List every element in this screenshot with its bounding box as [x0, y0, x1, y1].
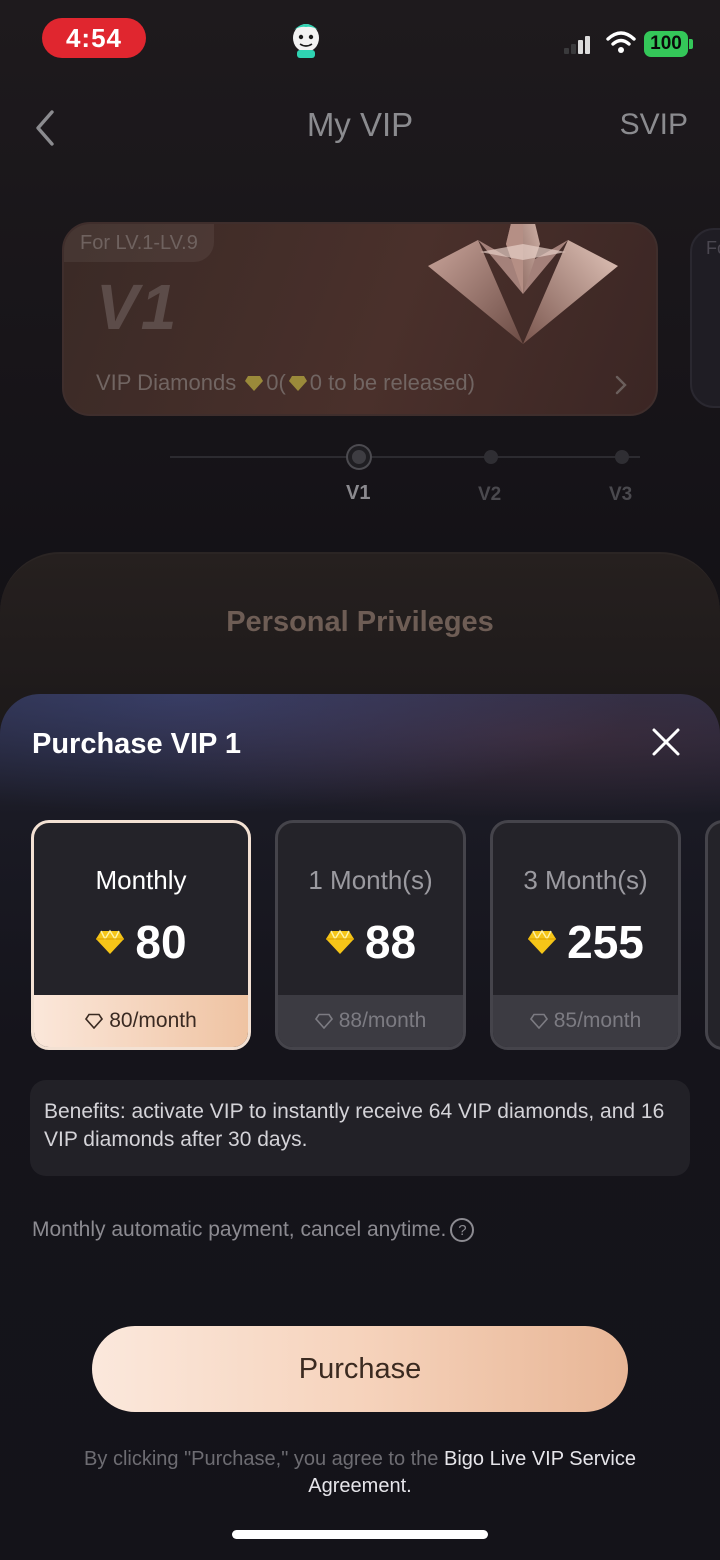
- plan-card-1-month[interactable]: 1 Month(s) 88 88/month: [275, 820, 466, 1050]
- gem-icon: [245, 376, 264, 391]
- vip-diamonds-label: VIP Diamonds: [96, 370, 237, 395]
- plan-per-month-value: 88/month: [338, 1009, 427, 1032]
- home-indicator[interactable]: [232, 1530, 488, 1539]
- plan-per-month-value: 85/month: [553, 1009, 642, 1032]
- help-icon[interactable]: ?: [450, 1218, 475, 1242]
- wifi-icon: [606, 31, 636, 53]
- vip-diamonds-value: 0(: [266, 370, 286, 395]
- vip-level-card[interactable]: For LV.1-LV.9 V1 VIP Diamonds 0(0 to be…: [62, 222, 658, 416]
- plan-options: Monthly 80 80/month 1 Month(s) 88 88/mon…: [0, 820, 720, 1052]
- plan-name: 3 Month(s): [523, 865, 648, 895]
- level-label-v3[interactable]: V3: [609, 484, 632, 506]
- level-range-tag: For LV.1-LV.9: [64, 224, 214, 262]
- sheet-title: Purchase VIP 1: [32, 728, 242, 760]
- privileges-title: Personal Privileges: [226, 606, 494, 638]
- next-card-label: Fo: [706, 238, 720, 258]
- gem-outline-icon: [314, 1013, 333, 1029]
- signal-icon: [564, 34, 590, 54]
- level-dot-v2[interactable]: [484, 450, 498, 464]
- level-label-v1[interactable]: V1: [346, 482, 370, 505]
- plan-price: 255: [493, 915, 678, 969]
- level-dot-v1[interactable]: [348, 446, 370, 468]
- gem-icon: [96, 929, 125, 954]
- level-label-v2[interactable]: V2: [478, 484, 501, 506]
- plan-per-month-value: 80/month: [109, 1009, 197, 1032]
- battery-indicator: 100: [644, 31, 688, 57]
- vip-diamond-emblem-icon: [428, 224, 618, 344]
- plan-per-month: 80/month: [34, 995, 248, 1047]
- plan-price-value: 255: [567, 916, 644, 968]
- vip-level-badge: V1: [96, 271, 179, 343]
- plan-per-month: 85/month: [493, 995, 678, 1047]
- plan-price: 80: [34, 915, 248, 969]
- gem-icon: [325, 929, 354, 954]
- plan-card-3-months[interactable]: 3 Month(s) 255 85/month: [490, 820, 681, 1050]
- plan-name: Monthly: [95, 865, 187, 895]
- benefits-box: Benefits: activate VIP to instantly rece…: [30, 1080, 690, 1176]
- plan-card-next-peek[interactable]: [705, 820, 720, 1050]
- app-mascot-icon: [293, 24, 319, 58]
- level-track: [170, 456, 640, 458]
- purchase-sheet: Purchase VIP 1 Monthly 80 80/month 1 Mon…: [0, 694, 720, 1560]
- chevron-right-icon: [615, 375, 627, 395]
- plan-name: 1 Month(s): [308, 865, 433, 895]
- auto-payment-note: Monthly automatic payment, cancel anytim…: [32, 1218, 475, 1242]
- status-time[interactable]: 4:54: [42, 18, 146, 58]
- purchase-button[interactable]: Purchase: [92, 1326, 628, 1412]
- auto-payment-text: Monthly automatic payment, cancel anytim…: [32, 1218, 447, 1241]
- battery-nub: [689, 39, 693, 49]
- next-vip-card[interactable]: Fo: [690, 228, 720, 408]
- gem-icon: [288, 376, 307, 391]
- agreement-text: By clicking "Purchase," you agree to the…: [40, 1446, 680, 1500]
- svip-tab[interactable]: SVIP: [620, 108, 688, 142]
- plan-per-month: 88/month: [278, 995, 463, 1047]
- sheet-glow: [0, 694, 720, 834]
- plan-price-value: 88: [364, 916, 417, 968]
- vip-screen: 4:54 100 My VIP SVIP For LV.1-LV.9 V1 VI…: [0, 0, 720, 1560]
- agreement-prefix: By clicking "Purchase," you agree to the: [84, 1448, 439, 1470]
- level-dot-v3[interactable]: [615, 450, 629, 464]
- close-icon[interactable]: [650, 726, 682, 758]
- vip-diamonds-row: VIP Diamonds 0( 0 to be released): [96, 370, 475, 396]
- plan-price: 88: [278, 915, 463, 969]
- vip-diamonds-released: 0 to be released): [309, 370, 475, 395]
- gem-outline-icon: [85, 1013, 104, 1029]
- plan-price-value: 80: [135, 916, 187, 968]
- gem-icon: [528, 929, 557, 954]
- page-title: My VIP: [306, 106, 414, 143]
- status-bar: 4:54 100: [0, 0, 720, 80]
- gem-outline-icon: [529, 1013, 548, 1029]
- plan-card-monthly[interactable]: Monthly 80 80/month: [31, 820, 251, 1050]
